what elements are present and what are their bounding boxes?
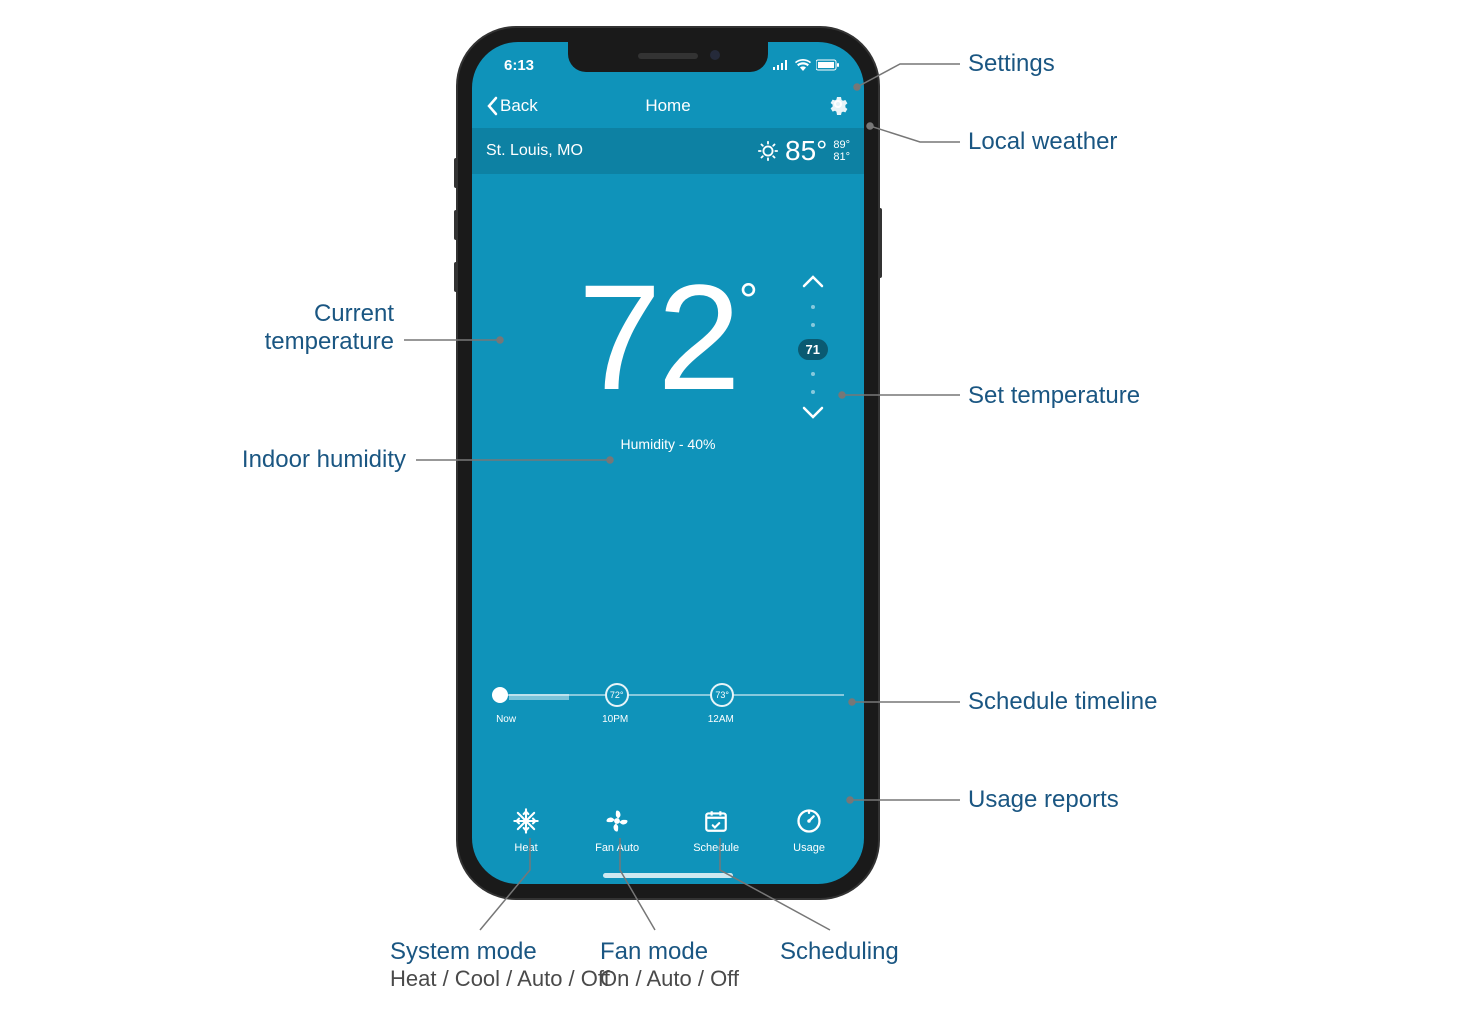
timeline-point[interactable]: 72° bbox=[605, 683, 629, 707]
status-icons bbox=[772, 59, 840, 71]
temp-down-button[interactable] bbox=[802, 406, 824, 425]
gauge-icon bbox=[794, 806, 824, 836]
schedule-timeline[interactable]: 72° 73° Now 10PM 12AM bbox=[492, 684, 844, 734]
weather-location: St. Louis, MO bbox=[486, 142, 583, 160]
snowflake-icon bbox=[511, 806, 541, 836]
annotation-set-temp: Set temperature bbox=[968, 382, 1140, 410]
battery-icon bbox=[816, 59, 840, 71]
timeline-label: 12AM bbox=[708, 714, 734, 725]
sun-icon bbox=[757, 140, 779, 162]
annotation-fan-mode: Fan mode On / Auto / Off bbox=[600, 938, 739, 992]
timeline-point[interactable]: 73° bbox=[710, 683, 734, 707]
usage-button[interactable]: Usage bbox=[793, 806, 825, 854]
annotation-humidity: Indoor humidity bbox=[242, 446, 406, 474]
fan-icon bbox=[602, 806, 632, 836]
weather-current-temp: 85° bbox=[785, 135, 827, 167]
wifi-icon bbox=[795, 59, 811, 71]
phone-frame: 6:13 Back Home St. Louis, MO 85° bbox=[458, 28, 878, 898]
timeline-now-label: Now bbox=[496, 714, 516, 725]
gear-icon bbox=[826, 92, 850, 116]
annotation-usage-reports: Usage reports bbox=[968, 786, 1119, 814]
chevron-up-icon bbox=[802, 274, 824, 288]
set-temp-stepper: 71 bbox=[798, 274, 828, 425]
weather-high: 89° bbox=[833, 139, 850, 151]
timeline-label: 10PM bbox=[602, 714, 628, 725]
heat-mode-button[interactable]: Heat bbox=[511, 806, 541, 854]
annotation-system-mode: System mode Heat / Cool / Auto / Off bbox=[390, 938, 610, 992]
current-temperature: 72 bbox=[578, 262, 737, 412]
back-button[interactable]: Back bbox=[486, 96, 538, 116]
schedule-button[interactable]: Schedule bbox=[693, 806, 739, 854]
fan-mode-button[interactable]: Fan Auto bbox=[595, 806, 639, 854]
annotation-scheduling: Scheduling bbox=[780, 938, 899, 966]
weather-low: 81° bbox=[833, 151, 850, 163]
nav-title: Home bbox=[645, 96, 690, 116]
temp-up-button[interactable] bbox=[802, 274, 824, 293]
nav-bar: Back Home bbox=[472, 84, 864, 128]
degree-symbol: ° bbox=[739, 274, 758, 329]
annotation-current-temp: Current temperature bbox=[265, 300, 394, 356]
humidity-label: Humidity - 40% bbox=[621, 436, 716, 452]
set-temperature-badge[interactable]: 71 bbox=[798, 339, 828, 360]
home-indicator[interactable] bbox=[603, 873, 733, 878]
phone-notch bbox=[568, 42, 768, 72]
weather-bar[interactable]: St. Louis, MO 85° 89° 81° bbox=[472, 128, 864, 174]
status-time: 6:13 bbox=[504, 57, 534, 74]
calendar-icon bbox=[701, 806, 731, 836]
heat-label: Heat bbox=[514, 842, 537, 854]
schedule-label: Schedule bbox=[693, 842, 739, 854]
chevron-left-icon bbox=[486, 96, 498, 116]
annotation-settings: Settings bbox=[968, 50, 1055, 78]
fan-label: Fan Auto bbox=[595, 842, 639, 854]
chevron-down-icon bbox=[802, 406, 824, 420]
cellular-icon bbox=[772, 59, 790, 71]
usage-label: Usage bbox=[793, 842, 825, 854]
annotation-local-weather: Local weather bbox=[968, 128, 1117, 156]
settings-button[interactable] bbox=[826, 92, 850, 121]
back-label: Back bbox=[500, 96, 538, 116]
timeline-now-marker[interactable] bbox=[492, 687, 508, 703]
annotation-schedule-timeline: Schedule timeline bbox=[968, 688, 1157, 716]
app-screen: 6:13 Back Home St. Louis, MO 85° bbox=[472, 42, 864, 884]
bottom-nav: Heat Fan Auto Schedule Usage bbox=[472, 806, 864, 854]
